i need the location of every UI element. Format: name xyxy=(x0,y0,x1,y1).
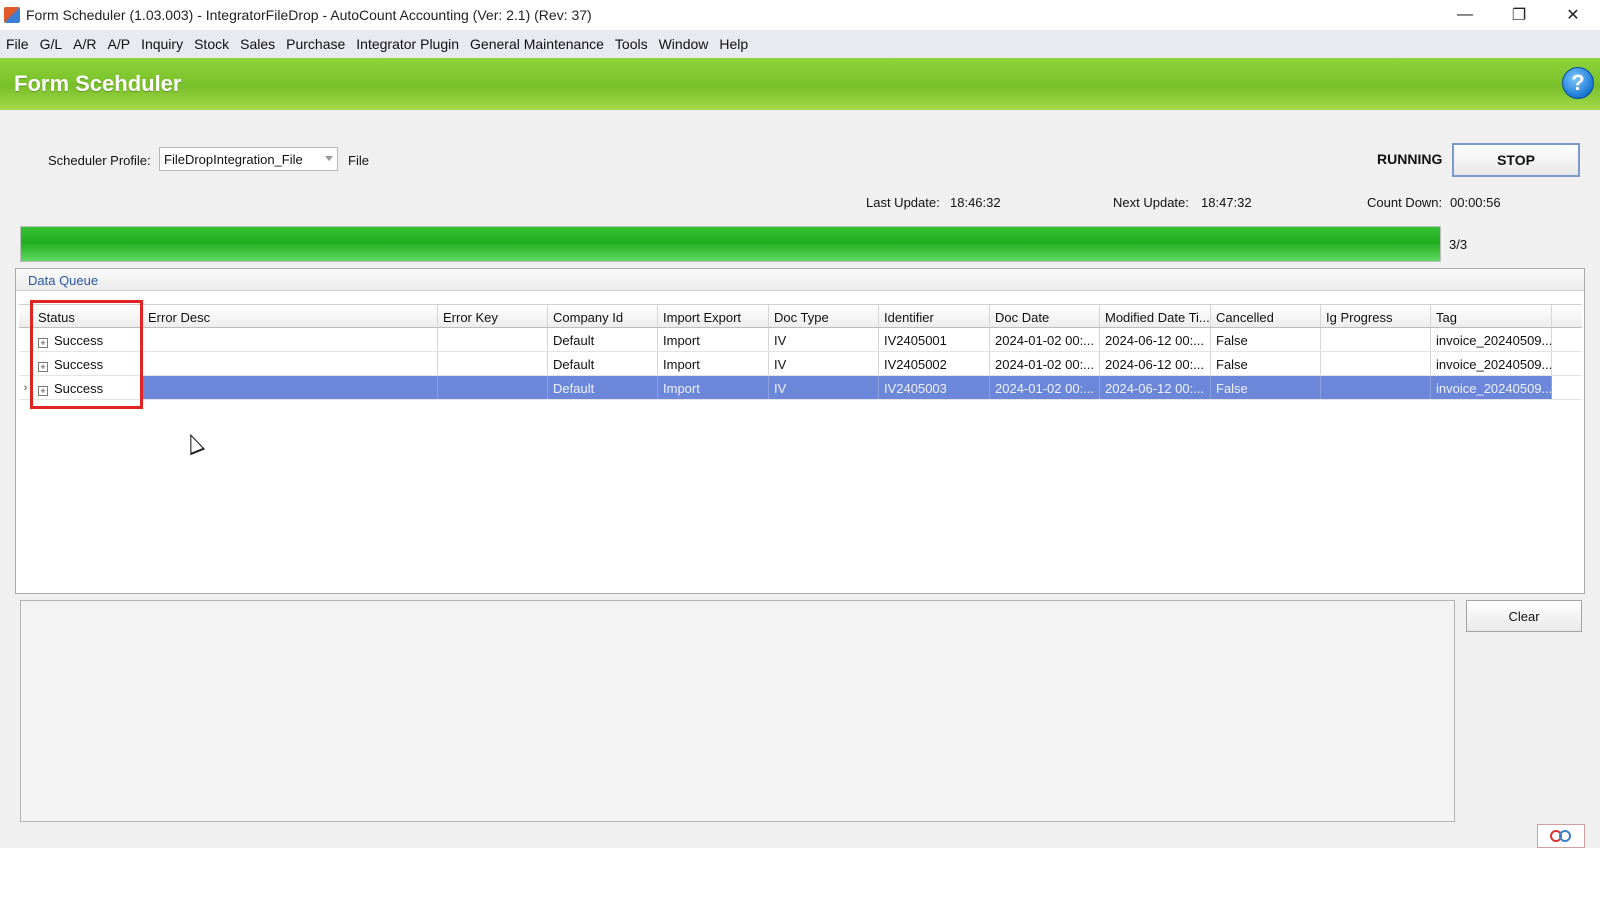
cell-cancelled[interactable]: False xyxy=(1211,328,1321,351)
menu-item-window[interactable]: Window xyxy=(659,36,709,52)
table-row[interactable]: › + Success Default Import IV IV2405003 2024-01… xyxy=(19,376,1582,400)
minimize-button[interactable]: — xyxy=(1438,0,1492,30)
stop-button[interactable]: STOP xyxy=(1452,143,1580,177)
cell-ig-progress[interactable] xyxy=(1321,352,1431,375)
cell-doc-date[interactable]: 2024-01-02 00:... xyxy=(990,376,1100,399)
scheduler-profile-label: Scheduler Profile: xyxy=(48,153,151,168)
app-window: Form Scheduler (1.03.003) - IntegratorFi… xyxy=(0,0,1600,848)
column-header-import-export[interactable]: Import Export xyxy=(658,305,769,327)
countdown-value: 00:00:56 xyxy=(1450,195,1501,210)
form-header: Form Scehduler ? xyxy=(0,58,1600,110)
form-title: Form Scehduler xyxy=(14,71,182,96)
cell-modified-date-ti[interactable]: 2024-06-12 00:... xyxy=(1100,328,1211,351)
column-header-error-key[interactable]: Error Key xyxy=(438,305,548,327)
progress-count: 3/3 xyxy=(1449,237,1468,252)
data-queue-header: Data Queue xyxy=(16,269,1584,291)
cell-doc-type[interactable]: IV xyxy=(769,376,879,399)
cell-import-export[interactable]: Import xyxy=(658,376,769,399)
clear-button[interactable]: Clear xyxy=(1466,600,1582,632)
cell-tag[interactable]: invoice_20240509... xyxy=(1431,376,1552,399)
cell-error-key[interactable] xyxy=(438,376,548,399)
cell-cancelled[interactable]: False xyxy=(1211,376,1321,399)
menu-item-stock[interactable]: Stock xyxy=(194,36,229,52)
column-header-tag[interactable]: Tag xyxy=(1431,305,1552,327)
restore-button[interactable]: ❐ xyxy=(1492,0,1546,30)
window-title: Form Scheduler (1.03.003) - IntegratorFi… xyxy=(26,7,592,23)
column-header-cancelled[interactable]: Cancelled xyxy=(1211,305,1321,327)
cell-error-key[interactable] xyxy=(438,352,548,375)
scheduler-state: RUNNING xyxy=(1377,151,1443,167)
cell-ig-progress[interactable] xyxy=(1321,376,1431,399)
next-update-value: 18:47:32 xyxy=(1201,195,1252,210)
last-update-label: Last Update: xyxy=(866,195,940,210)
column-header-ig-progress[interactable]: Ig Progress xyxy=(1321,305,1431,327)
menu-item-file[interactable]: File xyxy=(6,36,29,52)
app-icon xyxy=(4,7,20,23)
menu-item-general-maintenance[interactable]: General Maintenance xyxy=(470,36,604,52)
log-area[interactable] xyxy=(20,600,1455,822)
menu-item-purchase[interactable]: Purchase xyxy=(286,36,345,52)
cell-modified-date-ti[interactable]: 2024-06-12 00:... xyxy=(1100,352,1211,375)
menu-item-a-p[interactable]: A/P xyxy=(107,36,130,52)
column-header-modified-date-ti[interactable]: Modified Date Ti... xyxy=(1100,305,1211,327)
data-queue-panel: Data Queue Status Error Desc Error Key Comp… xyxy=(15,268,1585,594)
cell-modified-date-ti[interactable]: 2024-06-12 00:... xyxy=(1100,376,1211,399)
column-header-identifier[interactable]: Identifier xyxy=(879,305,990,327)
cell-company-id[interactable]: Default xyxy=(548,352,658,375)
data-queue-grid: Status Error Desc Error Key Company Id Impor… xyxy=(19,304,1582,400)
chevron-down-icon[interactable] xyxy=(325,156,333,161)
autocount-logo-mark-icon xyxy=(1550,830,1571,842)
status-column-highlight xyxy=(30,300,143,409)
table-row[interactable]: + Success Default Import IV IV2405002 2024-01-… xyxy=(19,352,1582,376)
menu-item-help[interactable]: Help xyxy=(719,36,748,52)
cell-error-desc[interactable] xyxy=(143,328,438,351)
cell-import-export[interactable]: Import xyxy=(658,352,769,375)
cell-doc-date[interactable]: 2024-01-02 00:... xyxy=(990,328,1100,351)
scheduler-profile-value: FileDropIntegration_File xyxy=(164,152,303,167)
countdown-label: Count Down: xyxy=(1367,195,1443,210)
close-button[interactable]: ✕ xyxy=(1546,0,1600,30)
menu-item-g-l[interactable]: G/L xyxy=(40,36,63,52)
cell-import-export[interactable]: Import xyxy=(658,328,769,351)
cell-error-desc[interactable] xyxy=(143,376,438,399)
menu-item-integrator-plugin[interactable]: Integrator Plugin xyxy=(356,36,459,52)
table-row[interactable]: + Success Default Import IV IV2405001 2024-01-… xyxy=(19,328,1582,352)
menu-item-inquiry[interactable]: Inquiry xyxy=(141,36,183,52)
help-icon[interactable]: ? xyxy=(1562,67,1594,99)
menu-item-sales[interactable]: Sales xyxy=(240,36,275,52)
cell-cancelled[interactable]: False xyxy=(1211,352,1321,375)
cell-identifier[interactable]: IV2405003 xyxy=(879,376,990,399)
column-header-doc-date[interactable]: Doc Date xyxy=(990,305,1100,327)
cell-company-id[interactable]: Default xyxy=(548,376,658,399)
cell-company-id[interactable]: Default xyxy=(548,328,658,351)
data-queue-title[interactable]: Data Queue xyxy=(28,273,98,288)
next-update-label: Next Update: xyxy=(1113,195,1189,210)
cell-identifier[interactable]: IV2405002 xyxy=(879,352,990,375)
progress-bar xyxy=(20,226,1441,262)
cell-error-desc[interactable] xyxy=(143,352,438,375)
menu-item-a-r[interactable]: A/R xyxy=(73,36,96,52)
cell-error-key[interactable] xyxy=(438,328,548,351)
progress-fill xyxy=(21,227,1440,261)
menu-bar: File G/L A/R A/P Inquiry Stock Sales Purchase In… xyxy=(0,30,1600,58)
title-bar: Form Scheduler (1.03.003) - IntegratorFi… xyxy=(0,0,1600,30)
cell-tag[interactable]: invoice_20240509... xyxy=(1431,328,1552,351)
menu-item-tools[interactable]: Tools xyxy=(615,36,648,52)
column-header-error-desc[interactable]: Error Desc xyxy=(143,305,438,327)
cell-doc-type[interactable]: IV xyxy=(769,352,879,375)
cell-tag[interactable]: invoice_20240509... xyxy=(1431,352,1552,375)
cell-doc-type[interactable]: IV xyxy=(769,328,879,351)
last-update-value: 18:46:32 xyxy=(950,195,1001,210)
column-header-company-id[interactable]: Company Id xyxy=(548,305,658,327)
autocount-logo-icon xyxy=(1537,824,1585,848)
profile-type-text: File xyxy=(348,153,369,168)
cell-ig-progress[interactable] xyxy=(1321,328,1431,351)
grid-header-row: Status Error Desc Error Key Company Id Impor… xyxy=(19,304,1582,328)
scheduler-profile-select[interactable]: FileDropIntegration_File xyxy=(159,147,338,171)
column-header-doc-type[interactable]: Doc Type xyxy=(769,305,879,327)
window-controls: — ❐ ✕ xyxy=(1438,0,1600,30)
cell-identifier[interactable]: IV2405001 xyxy=(879,328,990,351)
cell-doc-date[interactable]: 2024-01-02 00:... xyxy=(990,352,1100,375)
